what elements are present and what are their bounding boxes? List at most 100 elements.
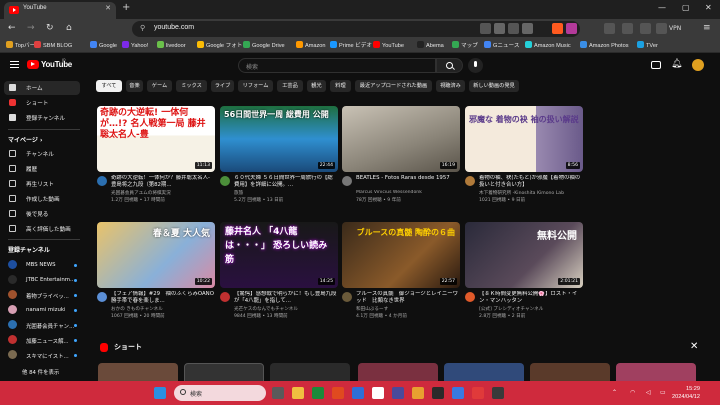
extensions-icon[interactable] (622, 23, 633, 34)
forward-icon[interactable]: → (27, 23, 35, 33)
word-icon[interactable] (352, 387, 364, 399)
close-tab-icon[interactable]: ✕ (105, 4, 111, 12)
filter-chip[interactable]: 観光 (307, 80, 326, 92)
guide-menu-icon[interactable] (10, 61, 19, 68)
short-thumbnail[interactable] (616, 363, 696, 383)
avatar[interactable] (692, 59, 704, 71)
channel-avatar[interactable] (342, 292, 352, 302)
video-channel-name[interactable]: Marcus Vinicius Wessendonk (356, 190, 460, 195)
sidebar-item[interactable]: チャンネル (4, 147, 80, 161)
channel-avatar[interactable] (8, 275, 17, 284)
channel-avatar[interactable] (465, 292, 475, 302)
video-thumbnail[interactable]: 春＆夏 大人気 10:22 (97, 222, 215, 288)
share-icon[interactable] (508, 23, 519, 34)
search-button[interactable] (436, 58, 463, 73)
video-title[interactable]: ６０代夫婦 ５６日間世界一周旅行の【総費用】を詳細に公開。... (234, 175, 338, 189)
bookmark-item[interactable]: Prime ビデオ (330, 41, 372, 49)
volume-icon[interactable]: ◁ (646, 389, 651, 396)
task-view-icon[interactable] (272, 387, 284, 399)
vpn-label[interactable]: VPN (669, 25, 681, 32)
bookmark-item[interactable]: Amazon Music (525, 41, 571, 49)
back-icon[interactable]: ← (8, 23, 16, 33)
sidebar-item[interactable]: 高く評価した動画 (4, 222, 80, 236)
filter-chip[interactable]: 工芸品 (277, 80, 303, 92)
filter-chip[interactable]: ミックス (176, 80, 207, 92)
filter-chip[interactable]: ライブ (211, 80, 234, 92)
brave-rewards-icon[interactable] (566, 23, 577, 34)
video-title[interactable]: BEATLES - Fotos Raras desde 1957 (356, 175, 460, 189)
show-more-subscriptions[interactable]: 他 84 件を表示 (22, 368, 59, 376)
site-info-icon[interactable]: ⚲ (140, 24, 145, 32)
video-thumbnail[interactable]: 奇跡の大逆転! 一体何が…!? 名人戦第一局 藤井聡太名人-豊 11:13 (97, 106, 215, 172)
sidebar-item[interactable]: ショート (4, 96, 80, 110)
bookmark-item[interactable]: Google (90, 41, 117, 49)
sidebar-item[interactable]: 作成した動画 (4, 192, 80, 206)
bookmark-item[interactable]: Gニュース (484, 41, 519, 49)
channel-avatar[interactable] (8, 260, 17, 269)
sidebar-item[interactable]: 履歴 (4, 162, 80, 176)
video-channel-name[interactable]: 和田山ぶるーす (356, 306, 460, 312)
filter-chip[interactable]: 音楽 (126, 80, 143, 92)
bookmark-item[interactable]: TVer (637, 41, 658, 49)
wallet-icon[interactable] (640, 23, 651, 34)
video-channel-name[interactable]: 旅旅 (234, 190, 338, 196)
video-channel-name[interactable]: 木下着物研究所 -Kinoshita Kimono Lab (479, 190, 583, 196)
subscription-item[interactable]: 着物プライベッ... (26, 292, 69, 300)
calendar-icon[interactable] (372, 387, 384, 399)
bookmark-item[interactable]: livedoor (157, 41, 186, 49)
bookmark-item[interactable]: Google Drive (243, 41, 285, 49)
bookmark-item[interactable]: Topバー (6, 41, 35, 49)
home-icon[interactable]: ⌂ (66, 23, 72, 33)
channel-avatar[interactable] (8, 320, 17, 329)
subscription-item[interactable]: nanami mizuki (26, 307, 66, 313)
app-icon[interactable] (392, 387, 404, 399)
channel-avatar[interactable] (8, 335, 17, 344)
video-channel-name[interactable]: 光囲碁会員アユムの将棋実況 (111, 190, 215, 196)
sidebar-section-title[interactable]: マイページ › (8, 135, 42, 144)
filter-chip[interactable]: 最近アップロードされた動画 (355, 80, 432, 92)
video-title[interactable]: 【フェア情報】#29 袖のふくらみOANO勝手帯で春を楽しま... (111, 291, 215, 305)
close-window-icon[interactable]: ✕ (705, 3, 712, 12)
channel-avatar[interactable] (8, 305, 17, 314)
wifi-icon[interactable]: ◠ (630, 389, 635, 396)
taskbar-search[interactable]: 検索 (174, 385, 266, 401)
app-icon[interactable] (472, 387, 484, 399)
channel-avatar[interactable] (220, 292, 230, 302)
mail-icon[interactable] (412, 387, 424, 399)
channel-avatar[interactable] (97, 176, 107, 186)
subscription-item[interactable]: スキマにイスト... (26, 352, 69, 360)
video-thumbnail[interactable]: 56日間世界一周 総費用 公開 22:44 (220, 106, 338, 172)
channel-avatar[interactable] (342, 176, 352, 186)
short-thumbnail[interactable] (530, 363, 610, 383)
filter-chip[interactable]: 料理 (330, 80, 351, 92)
filter-chip[interactable]: ゲーム (147, 80, 172, 92)
short-thumbnail[interactable] (358, 363, 438, 383)
video-thumbnail[interactable]: 邪魔な 着物の袂 袖の扱い解説 8:56 (465, 106, 583, 172)
bookmark-item[interactable]: YouTube (373, 41, 404, 49)
install-app-icon[interactable] (494, 23, 505, 34)
app-icon[interactable] (492, 387, 504, 399)
short-thumbnail[interactable] (444, 363, 524, 383)
edge-icon[interactable] (452, 387, 464, 399)
bookmark-item[interactable]: Abema (417, 41, 444, 49)
file-explorer-icon[interactable] (292, 387, 304, 399)
translate-icon[interactable] (480, 23, 491, 34)
search-input[interactable]: 検索 (238, 58, 436, 73)
settings-icon[interactable] (432, 387, 444, 399)
notifications-icon[interactable]: 🔔︎ (671, 59, 682, 69)
video-channel-name[interactable]: [公式] プレシディオチャンネル (479, 306, 583, 312)
maximize-icon[interactable]: ▢ (682, 3, 690, 12)
browser-tab-youtube[interactable]: YouTube ✕ (4, 2, 116, 19)
bookmark-item[interactable]: Amazon Photos (580, 41, 629, 49)
close-shorts-icon[interactable]: ✕ (690, 341, 698, 352)
bookmark-item[interactable]: Yahoo! (122, 41, 148, 49)
channel-avatar[interactable] (8, 290, 17, 299)
video-title[interactable]: ブルースの真髄 御ジョージとレイニーウッド 比類なき世界 (356, 291, 460, 305)
minimize-icon[interactable]: — (658, 3, 666, 12)
sidebar-item[interactable]: 登録チャンネル (4, 111, 80, 125)
vpn-icon[interactable] (656, 23, 667, 34)
channel-avatar[interactable] (8, 350, 17, 359)
video-title[interactable]: 【８Ｋ時間変更無料公開🌸】ロスト・イン・マンハッタン (479, 291, 583, 305)
subscription-item[interactable]: 光囲碁会員チャン... (26, 322, 74, 330)
video-title[interactable]: 奇跡の大逆転！一体何が？藤井聡太名人-豊島将之九段（第82期... (111, 175, 215, 189)
